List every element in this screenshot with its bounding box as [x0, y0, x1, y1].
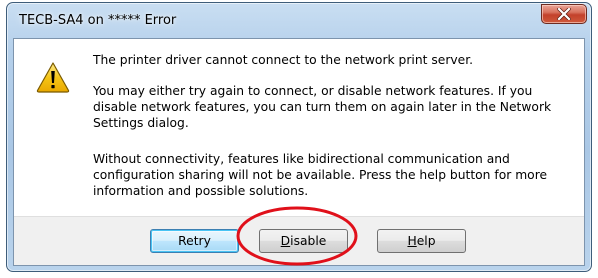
warning-icon — [36, 61, 70, 93]
help-button-label: elp — [416, 234, 436, 248]
help-button[interactable]: Help — [377, 229, 466, 253]
message-line-1: The printer driver cannot connect to the… — [93, 53, 474, 67]
dialog-client-area: The printer driver cannot connect to the… — [13, 38, 585, 266]
disable-button-mnemonic: D — [280, 234, 291, 248]
title-bar[interactable]: TECB-SA4 on ***** Error — [7, 3, 591, 39]
help-button-mnemonic: H — [407, 234, 417, 248]
error-dialog: TECB-SA4 on ***** Error The printer driv… — [6, 2, 592, 272]
message-line-3: Without connectivity, features like bidi… — [93, 152, 548, 198]
window-title: TECB-SA4 on ***** Error — [19, 13, 177, 28]
retry-button[interactable]: Retry — [150, 229, 239, 253]
disable-button[interactable]: Disable — [259, 229, 348, 253]
close-button[interactable] — [541, 4, 587, 24]
message-line-2: You may either try again to connect, or … — [93, 84, 552, 130]
message-panel: The printer driver cannot connect to the… — [14, 39, 584, 217]
disable-button-label: isable — [290, 234, 327, 248]
button-bar: Retry Disable Help — [14, 216, 584, 265]
close-icon — [557, 8, 571, 20]
retry-button-label: Retry — [178, 234, 211, 248]
